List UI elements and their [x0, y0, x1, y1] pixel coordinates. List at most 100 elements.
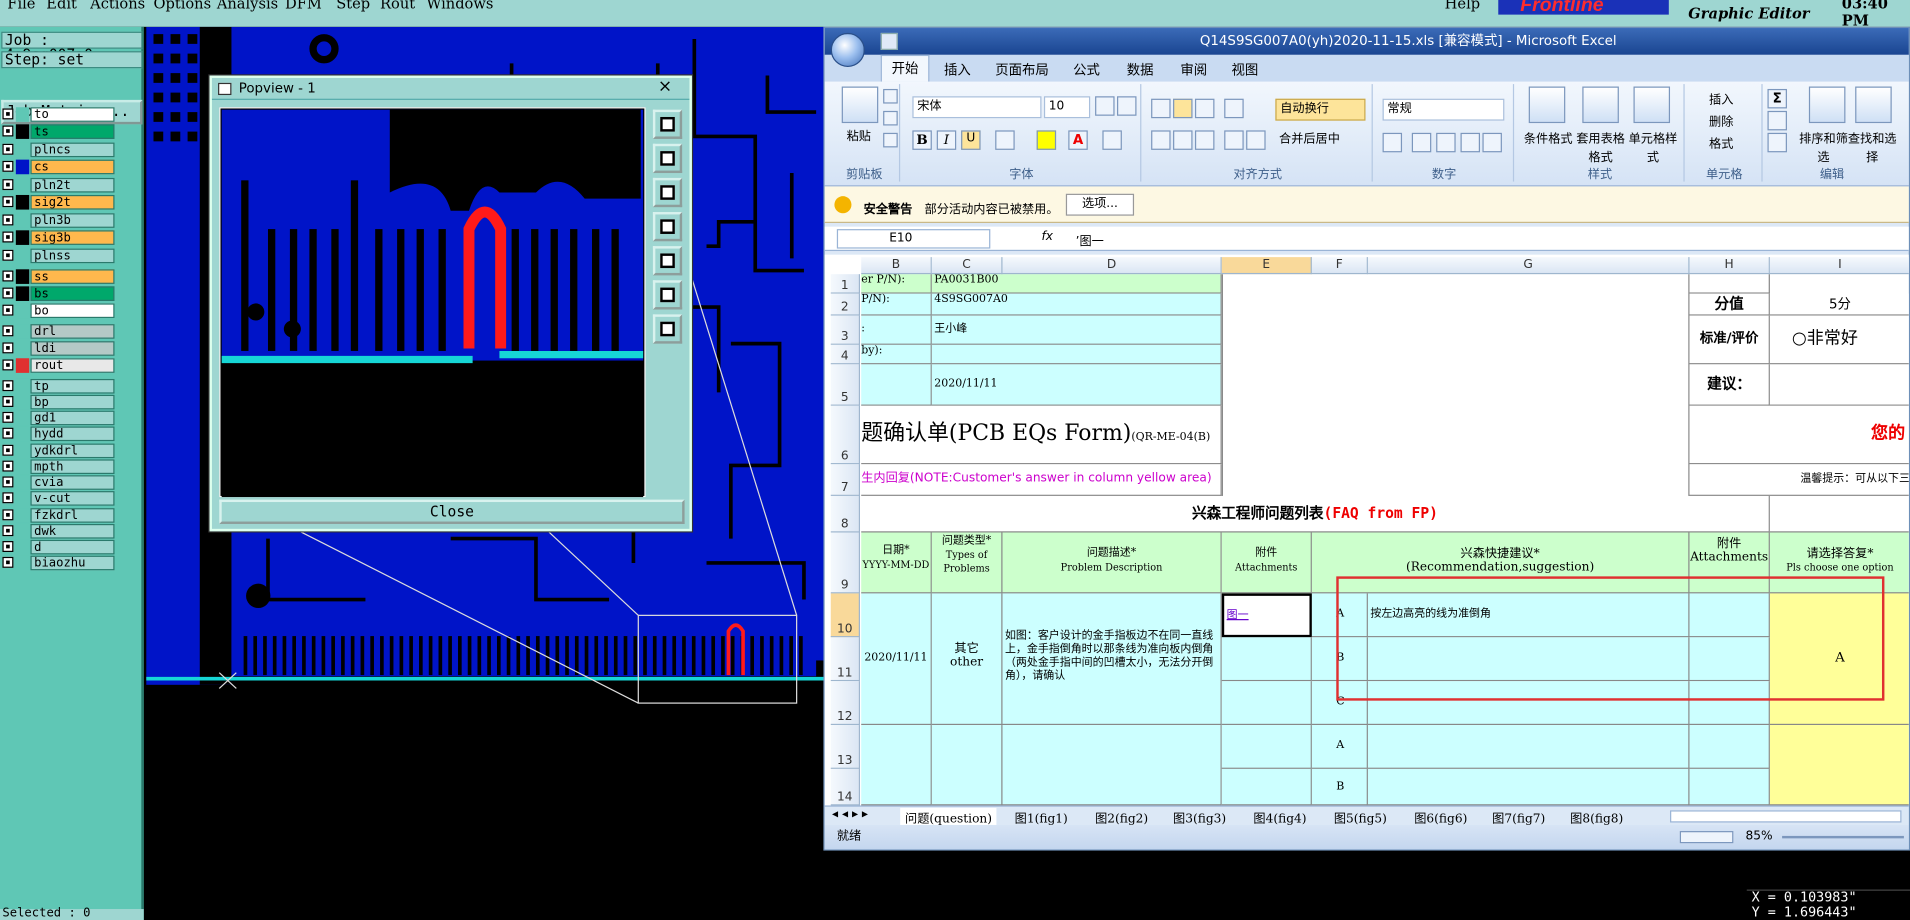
menu-rout[interactable]: Rout [380, 0, 415, 12]
layer-checkbox[interactable] [2, 196, 14, 208]
cut-icon[interactable] [883, 88, 898, 104]
row-header-1[interactable]: 1 [830, 274, 860, 294]
cell-i3[interactable]: ○非常好 [1769, 315, 1909, 365]
layer-checkbox[interactable] [2, 125, 14, 137]
zoom-out-tool[interactable] [652, 143, 683, 174]
layer-checkbox[interactable] [2, 541, 14, 552]
cell-style-label[interactable]: 单元格样式 [1629, 128, 1678, 165]
layer-name[interactable]: ldi [30, 341, 115, 356]
layer-name[interactable]: pln3b [30, 213, 115, 228]
cell-e13[interactable] [1221, 725, 1312, 769]
cell-b4[interactable]: by): [861, 344, 932, 365]
layer-row-ss[interactable]: ss [0, 269, 115, 284]
decrease-indent-icon[interactable] [1224, 130, 1244, 150]
menu-analysis[interactable]: Analysis [217, 0, 278, 12]
menu-options[interactable]: Options [153, 0, 211, 12]
layer-row-plncs[interactable]: plncs [0, 142, 115, 158]
sheet-tab-fig8[interactable]: 图8(fig8) [1570, 808, 1623, 826]
layer-checkbox[interactable] [2, 249, 14, 261]
cell-b1[interactable]: er P/N): [861, 274, 932, 294]
zoom-in-tool[interactable] [652, 109, 683, 139]
layer-name[interactable]: bp [30, 394, 115, 410]
layer-name[interactable]: gd1 [30, 410, 115, 426]
fill-icon[interactable] [1767, 110, 1787, 131]
layer-checkbox[interactable] [2, 108, 14, 120]
cell-h13[interactable] [1689, 725, 1770, 769]
layer-row-mpth[interactable]: mpth [0, 459, 115, 475]
layer-row-to[interactable]: to [0, 107, 115, 122]
layer-row-ldi[interactable]: ldi [0, 341, 115, 356]
delete-cells-button[interactable]: 删除 [1709, 111, 1733, 129]
layer-row-pln3b[interactable]: pln3b [0, 213, 115, 228]
layer-checkbox[interactable] [2, 287, 14, 299]
cell-h1[interactable] [1689, 274, 1770, 294]
sheet-tab-fig2[interactable]: 图2(fig2) [1095, 808, 1148, 826]
cell-option-a2[interactable]: A [1311, 725, 1368, 769]
column-header-H[interactable]: H [1689, 257, 1770, 275]
column-header-D[interactable]: D [1002, 257, 1222, 275]
layer-row-bp[interactable]: bp [0, 394, 115, 410]
underline-icon[interactable]: U [961, 130, 981, 150]
grow-font-icon[interactable] [1095, 96, 1115, 116]
layer-checkbox[interactable] [2, 556, 14, 568]
number-format-select[interactable]: 常规 [1382, 98, 1505, 121]
popview-titlebar[interactable]: Popview - 1 [211, 77, 690, 100]
sum-icon[interactable]: Σ [1767, 88, 1787, 109]
layer-row-fzkdrl[interactable]: fzkdrl [0, 508, 115, 523]
percent-icon[interactable] [1411, 132, 1432, 153]
layer-name[interactable]: cs [30, 159, 115, 175]
column-header-B[interactable]: B [861, 257, 932, 275]
menu-edit[interactable]: Edit [46, 0, 77, 12]
sheet-tab-fig1[interactable]: 图1(fig1) [1015, 808, 1068, 826]
layer-row-sig3b[interactable]: sig3b [0, 230, 115, 245]
cell-date[interactable]: 2020/11/11 [861, 593, 932, 726]
layer-row-pln2t[interactable]: pln2t [0, 177, 115, 193]
row-header-8[interactable]: 8 [830, 495, 860, 533]
column-header-I[interactable]: I [1769, 257, 1909, 275]
layer-name[interactable]: ydkdrl [30, 443, 115, 459]
security-options-button[interactable]: 选项... [1065, 193, 1135, 216]
popview-canvas[interactable] [219, 107, 646, 498]
font-size-select[interactable]: 10 [1043, 96, 1091, 119]
fit-tool[interactable] [652, 212, 683, 242]
layer-name[interactable]: rout [30, 358, 115, 373]
layer-checkbox[interactable] [2, 214, 14, 226]
row-header-10[interactable]: 10 [830, 593, 860, 638]
menu-file[interactable]: File [7, 0, 35, 12]
insert-cells-button[interactable]: 插入 [1709, 89, 1733, 107]
menu-step[interactable]: Step [336, 0, 370, 12]
layer-row-gd1[interactable]: gd1 [0, 410, 115, 426]
layer-name[interactable]: sig2t [30, 194, 115, 210]
column-header-F[interactable]: F [1311, 257, 1368, 275]
layer-name[interactable]: bs [30, 286, 115, 301]
conditional-format-label[interactable]: 条件格式 [1519, 128, 1577, 146]
align-middle-icon[interactable] [1173, 98, 1193, 119]
tab-review[interactable]: 审阅 [1180, 60, 1207, 79]
align-right-icon[interactable] [1194, 130, 1215, 150]
layer-name[interactable]: drl [30, 324, 115, 339]
expand-tool[interactable] [652, 280, 683, 310]
column-header-C[interactable]: C [931, 257, 1003, 275]
cell-option-b2[interactable]: B [1311, 768, 1368, 806]
row-header-4[interactable]: 4 [830, 344, 860, 365]
decrease-decimal-icon[interactable] [1482, 132, 1502, 153]
cell-b2[interactable]: P/N): [861, 293, 932, 316]
office-button[interactable] [830, 32, 865, 68]
layer-name[interactable]: ss [30, 269, 115, 284]
pan-tool[interactable] [652, 177, 683, 208]
tab-data[interactable]: 数据 [1127, 60, 1154, 79]
layer-checkbox[interactable] [2, 359, 14, 371]
cell-style-icon[interactable] [1633, 86, 1671, 124]
cell-c1[interactable]: PA0031B00 [931, 274, 1222, 294]
layer-row-rout[interactable]: rout [0, 358, 115, 373]
cell-b5[interactable] [861, 364, 932, 406]
layer-checkbox[interactable] [2, 396, 14, 407]
copy-icon[interactable] [883, 110, 898, 126]
cell-e12[interactable] [1221, 681, 1312, 726]
view-buttons-icon[interactable] [1679, 831, 1734, 844]
layer-name[interactable]: to [30, 107, 115, 122]
layer-checkbox[interactable] [2, 444, 14, 456]
tab-home[interactable]: 开始 [880, 54, 930, 82]
layer-row-v-cut[interactable]: v-cut [0, 491, 115, 506]
layer-name[interactable]: plnss [30, 248, 115, 264]
